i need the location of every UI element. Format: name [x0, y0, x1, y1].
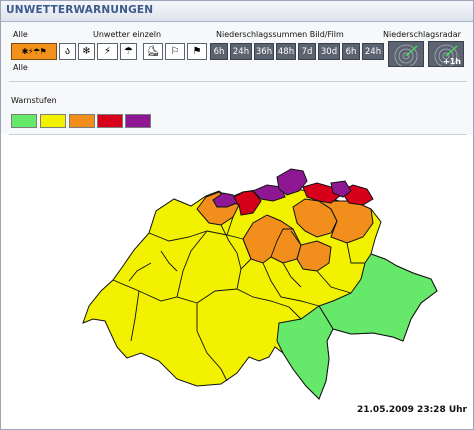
warning-panel: UNWETTERWARNUNGEN Alle Unwetter einzeln … — [0, 0, 474, 430]
timestamp: 21.05.2009 23:28 Uhr — [356, 405, 467, 415]
map-regions — [82, 168, 438, 400]
warning-map — [82, 168, 438, 400]
